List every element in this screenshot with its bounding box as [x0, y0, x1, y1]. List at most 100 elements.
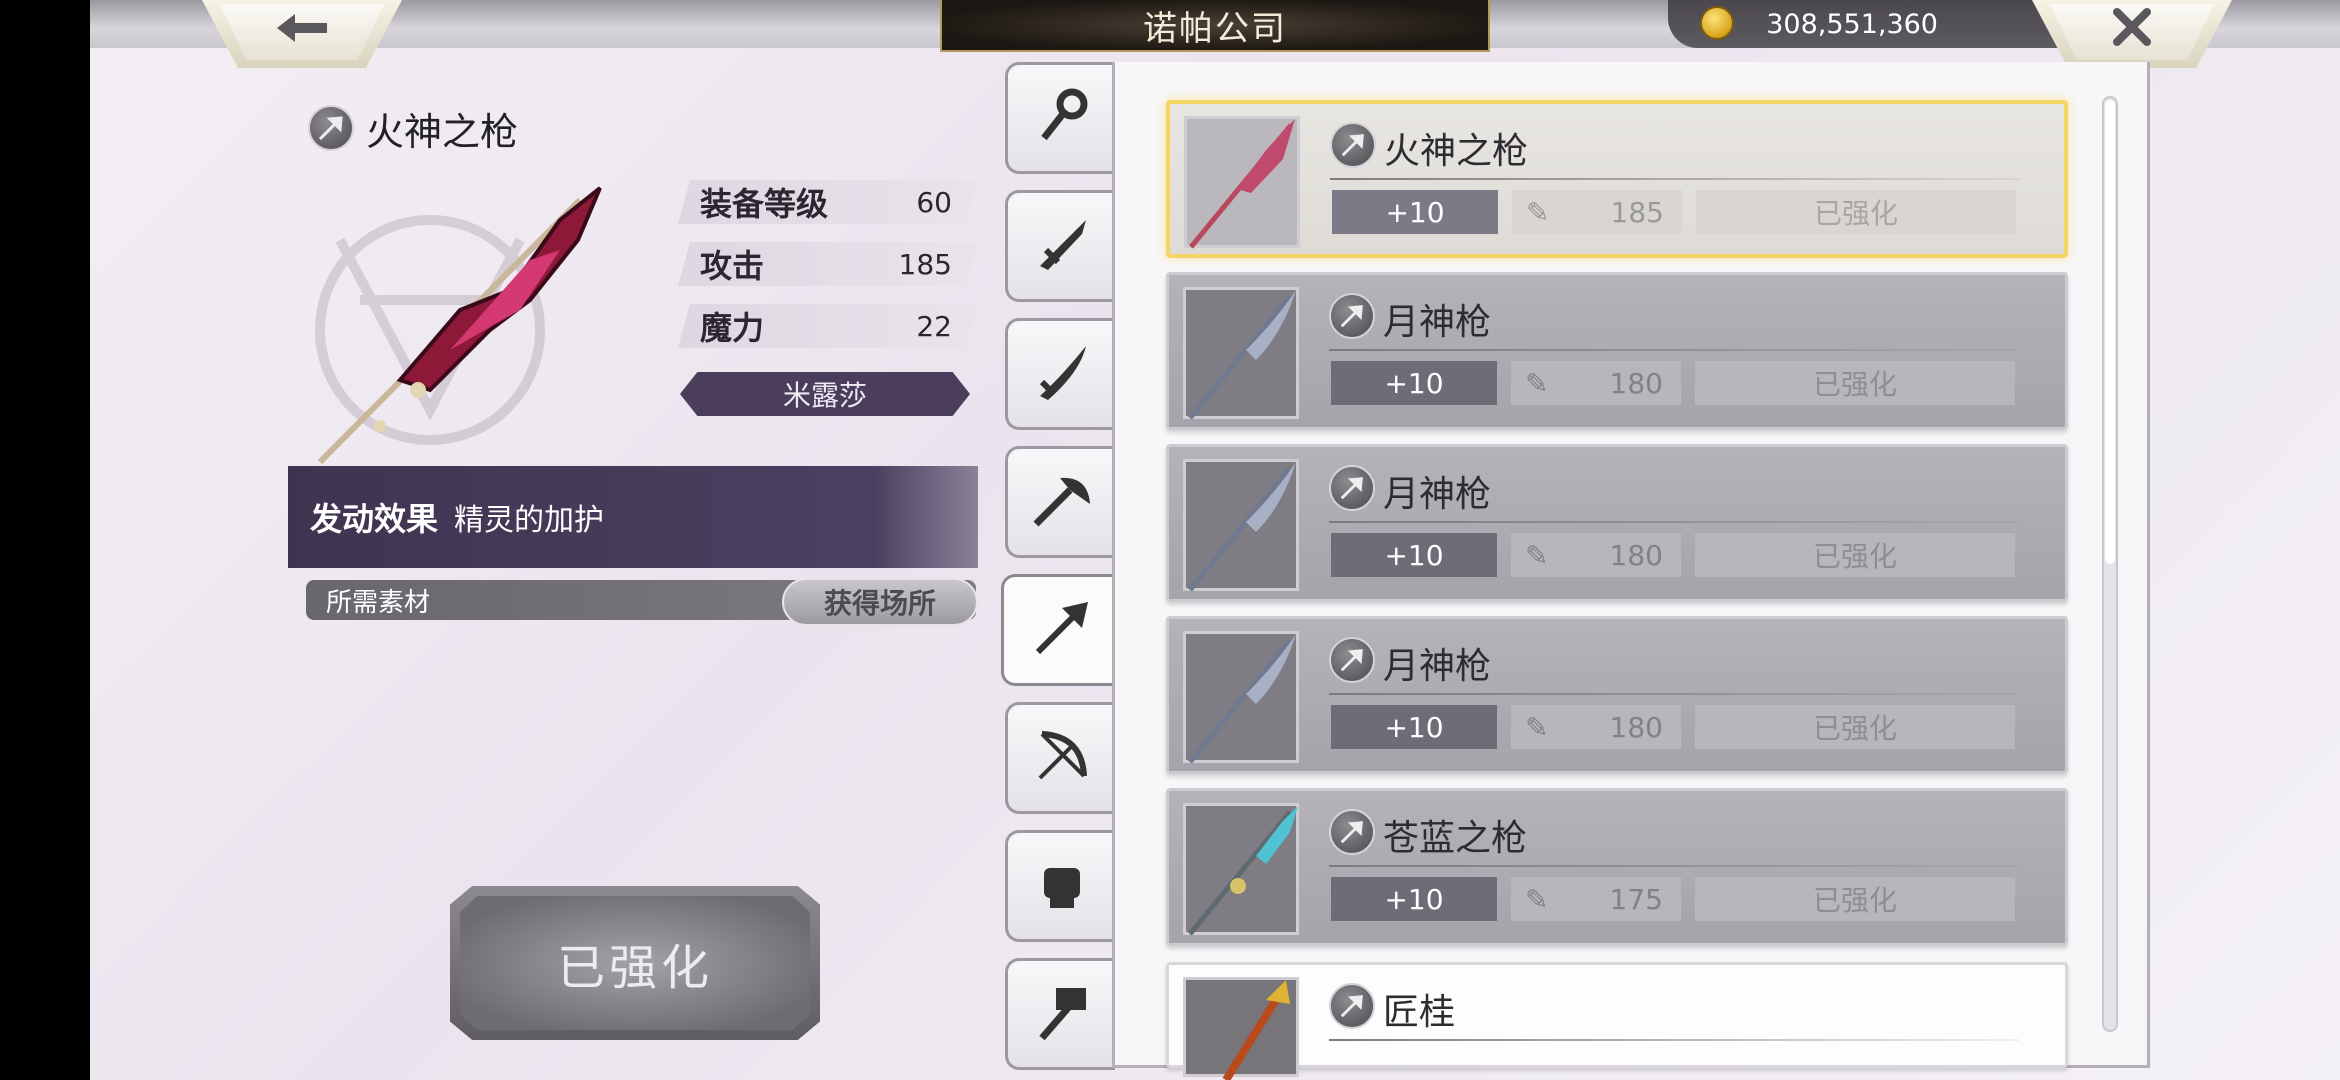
enhance-status: 已强化: [1695, 533, 2015, 577]
stat-level: 装备等级 60: [678, 180, 978, 224]
item-thumbnail: [1183, 631, 1299, 764]
item-title: 火神之枪: [308, 104, 518, 154]
tab-hammer[interactable]: [1005, 958, 1115, 1070]
divider: [1329, 521, 2019, 523]
item-name: 月神枪: [1383, 474, 1492, 515]
stat-magic: 魔力 22: [678, 304, 978, 348]
axe-icon: [1030, 470, 1094, 534]
attack-value: ✎ 175: [1511, 877, 1681, 921]
enhance-level: +10: [1331, 533, 1497, 577]
attack-value: ✎ 180: [1511, 361, 1681, 405]
spear-icon: [1032, 598, 1092, 662]
tab-staff[interactable]: [1005, 62, 1115, 174]
coin-icon: [1700, 6, 1734, 40]
sword-icon: ✎: [1525, 882, 1549, 916]
list-item[interactable]: 月神枪 +10 ✎ 180 已强化: [1166, 272, 2068, 430]
tab-bow[interactable]: [1005, 702, 1115, 814]
effect-label: 发动效果: [310, 500, 439, 538]
stat-value: 22: [916, 309, 952, 343]
shop-title-text: 诺帕公司: [1143, 8, 1287, 49]
stat-label: 魔力: [700, 309, 765, 347]
character-name: 米露莎: [782, 379, 867, 412]
attack-number: 180: [1609, 366, 1663, 400]
item-thumbnail: [1184, 116, 1300, 249]
fist-icon: [1032, 854, 1092, 918]
spear-icon: [1329, 809, 1375, 855]
tab-saber[interactable]: [1005, 318, 1115, 430]
attack-value: ✎ 180: [1511, 705, 1681, 749]
item-thumbnail: [1183, 977, 1299, 1080]
item-name: 月神枪: [1383, 646, 1492, 687]
list-item[interactable]: 火神之枪 +10 ✎ 185 已强化: [1166, 100, 2068, 258]
staff-icon: [1032, 86, 1092, 150]
attack-value: ✎ 180: [1511, 533, 1681, 577]
spear-icon: [1329, 637, 1375, 683]
sword-icon: ✎: [1525, 366, 1549, 400]
divider: [1330, 178, 2020, 180]
category-tabs: [1001, 62, 1119, 1080]
close-button[interactable]: [2032, 0, 2232, 68]
obtain-location-button[interactable]: 获得场所: [782, 578, 978, 626]
spear-icon: [1330, 122, 1376, 168]
list-item[interactable]: 匠桂: [1166, 962, 2068, 1080]
item-thumbnail: [1183, 803, 1299, 936]
scroll-thumb[interactable]: [2105, 100, 2115, 564]
sword-icon: ✎: [1525, 710, 1549, 744]
divider: [1329, 865, 2019, 867]
weapon-image: [300, 180, 630, 480]
item-thumbnail: [1183, 287, 1299, 420]
attack-number: 180: [1609, 538, 1663, 572]
enhance-status: 已强化: [1695, 877, 2015, 921]
tab-axe[interactable]: [1005, 446, 1115, 558]
back-button[interactable]: [202, 0, 402, 68]
currency-display: 308,551,360: [1668, 0, 2088, 48]
list-item[interactable]: 苍蓝之枪 +10 ✎ 175 已强化: [1166, 788, 2068, 946]
enhance-status-text: 已强化: [1813, 197, 1898, 230]
enhance-status: 已强化: [1695, 361, 2015, 405]
enhance-level-text: +10: [1384, 710, 1444, 744]
saber-icon: [1032, 342, 1092, 406]
item-name: 匠桂: [1383, 992, 1456, 1033]
spear-icon: [308, 105, 354, 151]
effect-band: 发动效果 精灵的加护: [288, 466, 978, 568]
list-scrollbar[interactable]: [2102, 96, 2118, 1032]
stat-value: 185: [898, 247, 952, 281]
bow-icon: [1032, 726, 1092, 790]
stat-attack: 攻击 185: [678, 242, 978, 286]
list-item[interactable]: 月神枪 +10 ✎ 180 已强化: [1166, 616, 2068, 774]
item-thumbnail: [1183, 459, 1299, 592]
item-name: 月神枪: [1383, 302, 1492, 343]
hammer-icon: [1032, 982, 1092, 1046]
enhance-level: +10: [1331, 877, 1497, 921]
arrow-left-icon: [275, 9, 329, 55]
enhance-status-text: 已强化: [1812, 884, 1897, 917]
tab-spear[interactable]: [1001, 574, 1119, 686]
enhance-status-text: 已强化: [1812, 368, 1897, 401]
enhance-level-text: +10: [1384, 366, 1444, 400]
stat-value: 60: [916, 185, 952, 219]
enhance-status-text: 已强化: [1812, 540, 1897, 573]
enhance-level: +10: [1331, 361, 1497, 405]
enhanced-button[interactable]: 已强化: [450, 886, 820, 1040]
sword-icon: [1032, 214, 1092, 278]
item-name: 火神之枪: [1384, 131, 1529, 172]
list-item[interactable]: 月神枪 +10 ✎ 180 已强化: [1166, 444, 2068, 602]
obtain-label: 获得场所: [823, 587, 936, 620]
enhance-level-text: +10: [1385, 195, 1445, 229]
divider: [1329, 1039, 2019, 1041]
tab-sword[interactable]: [1005, 190, 1115, 302]
enhance-level-text: +10: [1384, 538, 1444, 572]
enhance-level: +10: [1331, 705, 1497, 749]
item-name: 苍蓝之枪: [1383, 818, 1528, 859]
attack-number: 175: [1609, 882, 1663, 916]
spear-icon: [1329, 293, 1375, 339]
divider: [1329, 349, 2019, 351]
spear-icon: [1329, 465, 1375, 511]
divider: [1329, 693, 2019, 695]
enhance-status-text: 已强化: [1812, 712, 1897, 745]
spear-icon: [1329, 983, 1375, 1029]
attack-value: ✎ 185: [1512, 190, 1682, 234]
attack-number: 185: [1610, 195, 1664, 229]
tab-fist[interactable]: [1005, 830, 1115, 942]
character-tag: 米露莎: [680, 372, 970, 416]
